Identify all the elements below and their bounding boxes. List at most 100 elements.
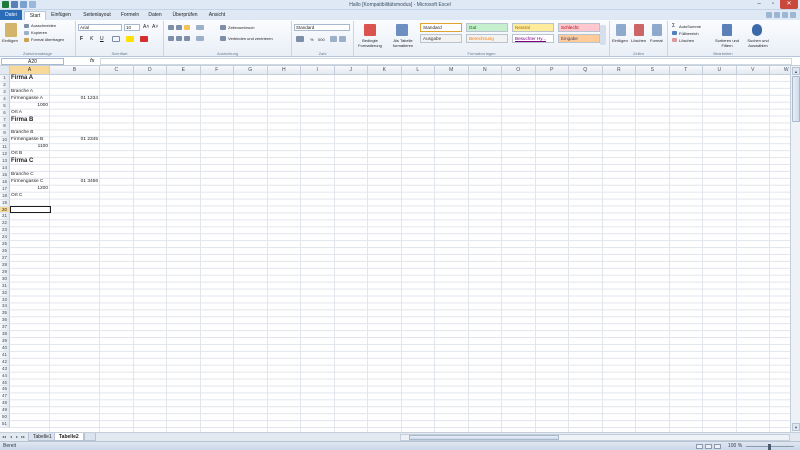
cell-a7[interactable]: Firma B (11, 117, 33, 124)
row-header-5[interactable]: 5 (0, 102, 10, 110)
column-header-a[interactable]: A (10, 66, 50, 75)
currency-icon[interactable] (296, 36, 304, 42)
row-header-35[interactable]: 35 (0, 310, 10, 318)
gallery-scroll-icon[interactable] (600, 25, 606, 45)
row-header-2[interactable]: 2 (0, 81, 10, 89)
column-header-q[interactable]: Q (569, 66, 603, 75)
cut-button[interactable]: Ausschneiden (31, 23, 56, 28)
active-cell-cursor[interactable] (9, 206, 51, 214)
cell-b4[interactable]: 01 1234 (51, 96, 98, 103)
bold-button[interactable]: F (80, 36, 83, 42)
column-header-r[interactable]: R (602, 66, 636, 75)
horizontal-scroll-thumb[interactable] (409, 435, 559, 440)
row-header-18[interactable]: 18 (0, 192, 10, 200)
sheet-tab-tabelle2[interactable]: Tabelle2 (54, 433, 84, 441)
cell-style-schlecht[interactable]: Schlecht (558, 23, 600, 32)
cell-a4[interactable]: Firmengasse A (11, 96, 43, 103)
row-header-30[interactable]: 30 (0, 275, 10, 283)
column-header-d[interactable]: D (133, 66, 167, 75)
row-header-39[interactable]: 39 (0, 338, 10, 345)
row-header-17[interactable]: 17 (0, 185, 10, 193)
row-header-43[interactable]: 43 (0, 365, 10, 373)
align-center-icon[interactable] (176, 36, 182, 41)
row-header-25[interactable]: 25 (0, 241, 10, 249)
cell-a6[interactable]: Ort A (11, 110, 22, 117)
autosum-button[interactable]: AutoSumme (679, 24, 701, 29)
column-header-w[interactable]: W (770, 66, 790, 75)
row-header-16[interactable]: 16 (0, 178, 10, 186)
cell-a5[interactable]: 1000 (11, 103, 48, 110)
find-select-button[interactable]: Suchen und Auswählen (742, 38, 774, 48)
row-header-45[interactable]: 45 (0, 379, 10, 387)
align-bottom-icon[interactable] (184, 25, 190, 30)
shrink-font-button[interactable]: A˅ (152, 24, 158, 30)
column-header-e[interactable]: E (167, 66, 201, 75)
row-header-1[interactable]: 1 (0, 75, 10, 82)
row-header-4[interactable]: 4 (0, 95, 10, 103)
row-header-48[interactable]: 48 (0, 400, 10, 408)
paste-icon[interactable] (5, 23, 17, 37)
tab-data[interactable]: Daten (144, 11, 166, 20)
row-header-27[interactable]: 27 (0, 254, 10, 262)
row-header-36[interactable]: 36 (0, 317, 10, 325)
page-break-view-icon[interactable] (714, 444, 721, 449)
cell-style-ausgabe[interactable]: Ausgabe (420, 34, 462, 43)
increase-decimal-icon[interactable] (330, 36, 337, 42)
cell-style-standard[interactable]: Standard (420, 23, 462, 32)
row-header-10[interactable]: 10 (0, 137, 10, 145)
column-header-m[interactable]: M (435, 66, 469, 75)
row-header-8[interactable]: 8 (0, 123, 10, 131)
first-sheet-icon[interactable]: ◂◂ (1, 434, 7, 440)
cell-a17[interactable]: 1200 (11, 186, 48, 193)
cell-a16[interactable]: Firmengasse C (11, 179, 44, 186)
column-header-b[interactable]: B (50, 66, 100, 75)
row-header-23[interactable]: 23 (0, 227, 10, 235)
cell-style-berechnung[interactable]: Berechnung (466, 34, 508, 43)
row-header-12[interactable]: 12 (0, 151, 10, 159)
font-name-combo[interactable]: Arial (78, 24, 122, 31)
column-header-s[interactable]: S (636, 66, 670, 75)
tab-insert[interactable]: Einfügen (48, 11, 74, 20)
tab-file[interactable]: Datei (0, 10, 22, 20)
orientation-icon[interactable] (196, 25, 204, 30)
row-header-38[interactable]: 38 (0, 331, 10, 339)
cell-style-eingabe[interactable]: Eingabe (558, 34, 600, 43)
column-header-l[interactable]: L (401, 66, 435, 75)
tab-page-layout[interactable]: Seitenlayout (78, 11, 116, 20)
last-sheet-icon[interactable]: ▸▸ (20, 434, 26, 440)
wrap-text-button[interactable]: Zeilenumbruch (228, 25, 254, 30)
sort-filter-button[interactable]: Sortieren und Filtern (712, 38, 742, 48)
fx-icon[interactable]: fx (90, 58, 94, 64)
cell-a13[interactable]: Firma C (11, 158, 33, 165)
ribbon-minimize-icon[interactable] (774, 12, 780, 18)
column-header-o[interactable]: O (502, 66, 536, 75)
align-top-icon[interactable] (168, 25, 174, 30)
sheet-tab-tabelle1[interactable]: Tabelle1 (28, 433, 57, 441)
vertical-scroll-thumb[interactable] (792, 76, 800, 122)
row-header-33[interactable]: 33 (0, 296, 10, 304)
conditional-format-button[interactable]: Bedingte Formatierung (356, 38, 384, 48)
row-header-40[interactable]: 40 (0, 344, 10, 352)
cell-a12[interactable]: Ort B (11, 151, 22, 158)
align-left-icon[interactable] (168, 36, 174, 41)
cell-style-gut[interactable]: Gut (466, 23, 508, 32)
horizontal-scrollbar[interactable] (400, 434, 790, 441)
row-header-11[interactable]: 11 (0, 144, 10, 152)
row-header-32[interactable]: 32 (0, 289, 10, 297)
italic-button[interactable]: K (90, 36, 93, 42)
zoom-level[interactable]: 100 % (728, 443, 742, 449)
select-all-corner[interactable] (0, 66, 10, 75)
row-header-49[interactable]: 49 (0, 407, 10, 415)
column-header-g[interactable]: G (234, 66, 268, 75)
column-header-j[interactable]: J (334, 66, 368, 75)
row-header-15[interactable]: 15 (0, 171, 10, 179)
row-header-7[interactable]: 7 (0, 116, 10, 124)
copy-button[interactable]: Kopieren (31, 30, 47, 35)
row-header-51[interactable]: 51 (0, 421, 10, 429)
underline-button[interactable]: U (100, 36, 104, 42)
column-header-h[interactable]: H (267, 66, 301, 75)
font-size-combo[interactable]: 10 (124, 24, 140, 31)
tab-review[interactable]: Überprüfen (168, 11, 202, 20)
column-header-f[interactable]: F (200, 66, 234, 75)
formula-input[interactable] (100, 58, 792, 65)
